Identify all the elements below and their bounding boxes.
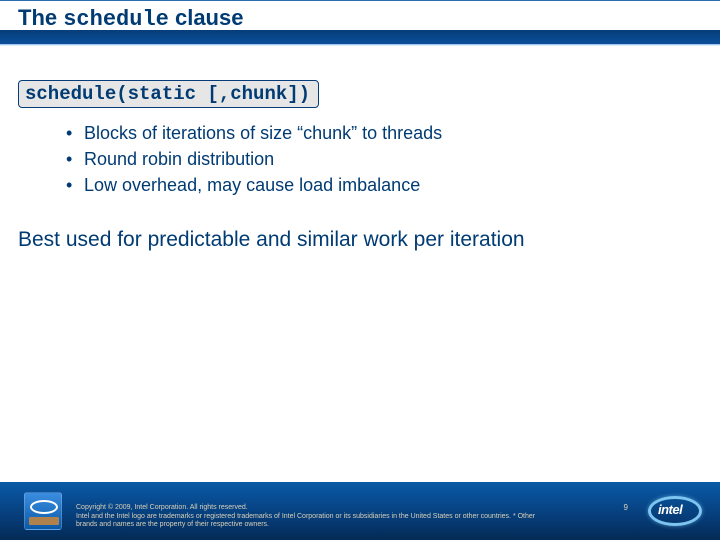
schedule-syntax-box: schedule(static [,chunk]) — [18, 80, 319, 108]
title-suffix: clause — [169, 5, 244, 30]
copyright-line: Copyright © 2009, Intel Corporation. All… — [76, 504, 556, 513]
best-used-text: Best used for predictable and similar wo… — [18, 226, 578, 253]
badge-oval-icon — [30, 500, 58, 514]
footer-bar: Copyright © 2009, Intel Corporation. All… — [0, 482, 720, 540]
software-badge-icon — [24, 492, 62, 530]
page-number: 9 — [624, 503, 628, 512]
copyright-line: Intel and the Intel logo are trademarks … — [76, 513, 556, 531]
slide: The schedule clause schedule(static [,ch… — [0, 0, 720, 540]
copyright-block: Copyright © 2009, Intel Corporation. All… — [76, 504, 556, 530]
list-item: Low overhead, may cause load imbalance — [66, 172, 698, 198]
slide-title: The schedule clause — [18, 5, 243, 32]
title-divider — [0, 44, 720, 46]
title-code: schedule — [63, 7, 169, 32]
title-prefix: The — [18, 5, 63, 30]
bullet-list: Blocks of iterations of size “chunk” to … — [66, 120, 698, 198]
list-item: Blocks of iterations of size “chunk” to … — [66, 120, 698, 146]
list-item: Round robin distribution — [66, 146, 698, 172]
intel-logo-icon: intel — [644, 492, 706, 532]
title-bar: The schedule clause — [0, 0, 720, 44]
best-used-paragraph: Best used for predictable and similar wo… — [18, 226, 698, 253]
badge-stripe-icon — [29, 517, 59, 525]
content-area: schedule(static [,chunk]) Blocks of iter… — [18, 80, 698, 254]
logo-text: intel — [658, 502, 682, 517]
